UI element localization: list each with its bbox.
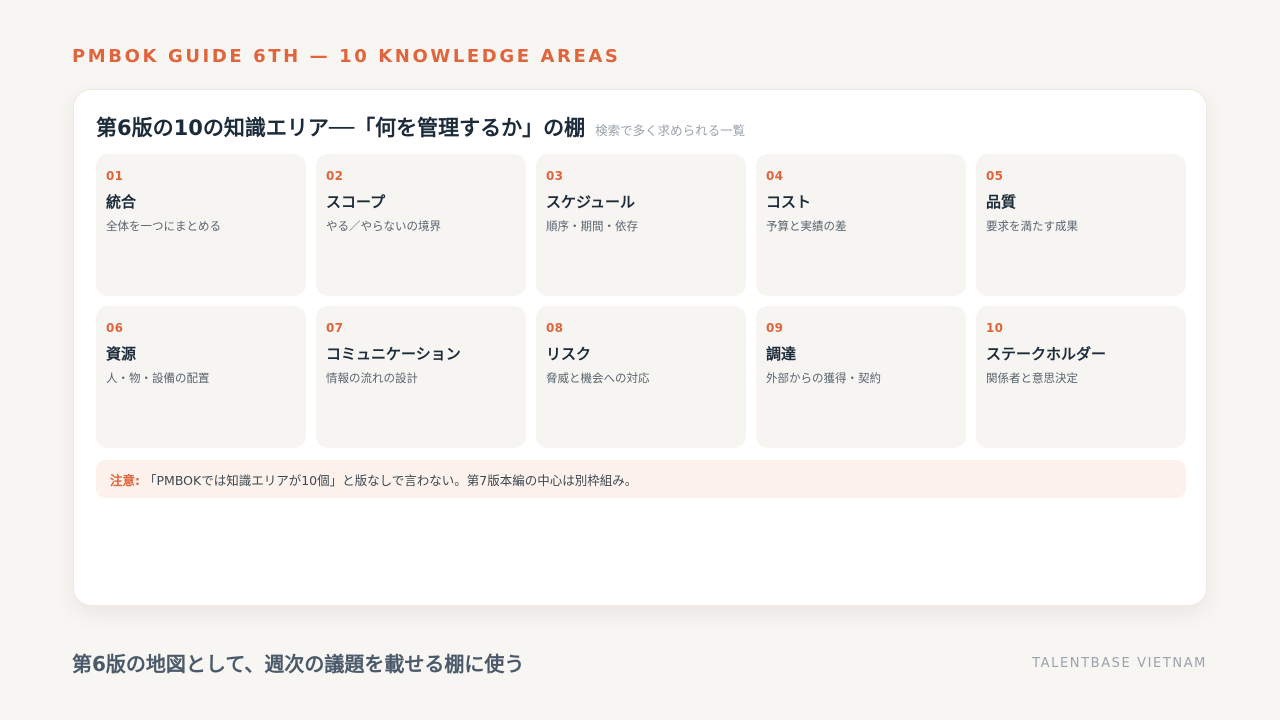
caution-text: 「PMBOKでは知識エリアが10個」と版なしで言わない。第7版本編の中心は別枠組…	[144, 472, 638, 488]
area-card: 03 スケジュール 順序・期間・依存	[536, 154, 746, 296]
caution-note: 注意: 「PMBOKでは知識エリアが10個」と版なしで言わない。第7版本編の中心…	[96, 460, 1186, 498]
area-number: 06	[106, 321, 124, 335]
area-card: 04 コスト 予算と実績の差	[756, 154, 966, 296]
area-card: 10 ステークホルダー 関係者と意思決定	[976, 306, 1186, 448]
caution-label: 注意:	[110, 472, 140, 488]
area-name: 品質	[986, 193, 1017, 211]
card-subtitle: 検索で多く求められる一覧	[595, 123, 746, 138]
area-card: 08 リスク 脅威と機会への対応	[536, 306, 746, 448]
area-number: 05	[986, 169, 1004, 183]
area-description: 外部からの獲得・契約	[766, 371, 881, 385]
card-title: 第6版の10の知識エリア──「何を管理するか」の棚	[96, 116, 586, 140]
area-number: 10	[986, 321, 1004, 335]
area-description: 予算と実績の差	[766, 219, 847, 233]
area-name: リスク	[546, 345, 592, 363]
area-card: 05 品質 要求を満たす成果	[976, 154, 1186, 296]
area-name: スケジュール	[546, 193, 635, 211]
area-card: 07 コミュニケーション 情報の流れの設計	[316, 306, 526, 448]
area-name: ステークホルダー	[986, 345, 1107, 363]
area-name: コスト	[766, 193, 812, 211]
area-description: やる／やらないの境界	[326, 219, 441, 233]
area-card: 09 調達 外部からの獲得・契約	[756, 306, 966, 448]
area-description: 順序・期間・依存	[546, 219, 638, 233]
area-number: 07	[326, 321, 344, 335]
area-card: 02 スコープ やる／やらないの境界	[316, 154, 526, 296]
area-name: 統合	[106, 193, 137, 211]
area-description: 要求を満たす成果	[986, 219, 1078, 233]
area-number: 09	[766, 321, 784, 335]
area-name: 調達	[766, 345, 797, 363]
area-description: 関係者と意思決定	[986, 371, 1078, 385]
area-number: 08	[546, 321, 564, 335]
area-name: 資源	[106, 345, 137, 363]
eyebrow-title: PMBOK GUIDE 6TH — 10 KNOWLEDGE AREAS	[72, 46, 621, 67]
brand-name: TALENTBASE VIETNAM	[1032, 656, 1207, 671]
area-description: 脅威と機会への対応	[546, 371, 650, 385]
knowledge-areas-grid: 01 統合 全体を一つにまとめる 02 スコープ やる／やらないの境界 03 ス…	[96, 154, 1186, 448]
knowledge-areas-card: 第6版の10の知識エリア──「何を管理するか」の棚 検索で多く求められる一覧 0…	[73, 89, 1207, 606]
area-number: 01	[106, 169, 124, 183]
area-description: 人・物・設備の配置	[106, 371, 210, 385]
area-description: 情報の流れの設計	[326, 371, 418, 385]
area-name: コミュニケーション	[326, 345, 461, 363]
area-card: 06 資源 人・物・設備の配置	[96, 306, 306, 448]
area-number: 02	[326, 169, 344, 183]
area-description: 全体を一つにまとめる	[106, 219, 221, 233]
area-number: 03	[546, 169, 564, 183]
area-name: スコープ	[326, 193, 386, 211]
footer-caption: 第6版の地図として、週次の議題を載せる棚に使う	[72, 652, 525, 676]
card-title-row: 第6版の10の知識エリア──「何を管理するか」の棚 検索で多く求められる一覧	[96, 112, 745, 142]
area-number: 04	[766, 169, 784, 183]
area-card: 01 統合 全体を一つにまとめる	[96, 154, 306, 296]
